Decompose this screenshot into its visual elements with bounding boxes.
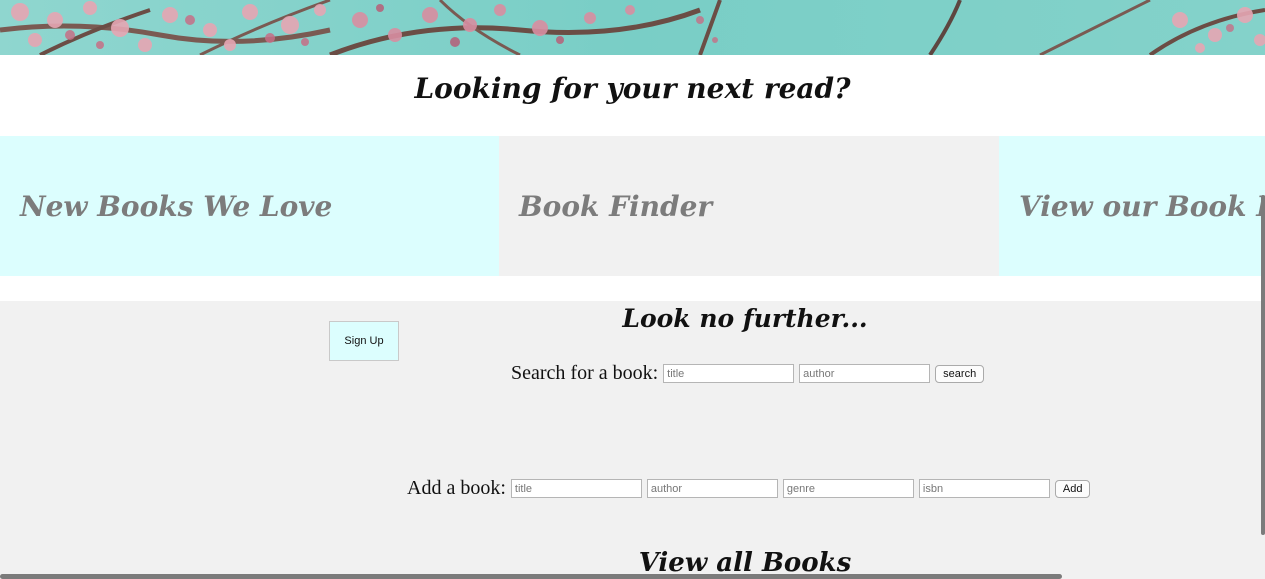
search-form: Search for a book: search — [511, 362, 985, 385]
vertical-scrollbar[interactable] — [1261, 195, 1265, 535]
tile-new-books[interactable]: New Books We Love — [0, 136, 499, 276]
horizontal-scrollbar[interactable] — [0, 574, 1062, 579]
add-form-label: Add a book: — [407, 477, 506, 499]
add-author-input[interactable] — [646, 479, 778, 498]
add-book-form: Add a book: Add — [407, 477, 1091, 500]
blossom-branch-image — [0, 0, 1265, 55]
add-genre-input[interactable] — [782, 479, 914, 498]
add-button[interactable]: Add — [1054, 479, 1091, 498]
nav-tiles: New Books We Love Book Finder View our B… — [0, 136, 1265, 276]
add-isbn-input[interactable] — [918, 479, 1050, 498]
add-title-input[interactable] — [510, 479, 642, 498]
header-photo — [0, 0, 1265, 55]
search-title-input[interactable] — [663, 364, 795, 383]
tile-book-lists[interactable]: View our Book Lists — [999, 136, 1265, 276]
page-tagline: Looking for your next read? — [414, 72, 851, 105]
tile-book-finder[interactable]: Book Finder — [499, 136, 999, 276]
main-section — [0, 301, 1265, 579]
search-author-input[interactable] — [799, 364, 931, 383]
look-further-heading: Look no further... — [622, 304, 868, 333]
sign-up-button[interactable]: Sign Up — [329, 321, 399, 361]
search-form-label: Search for a book: — [511, 362, 659, 384]
search-button[interactable]: search — [935, 364, 985, 383]
